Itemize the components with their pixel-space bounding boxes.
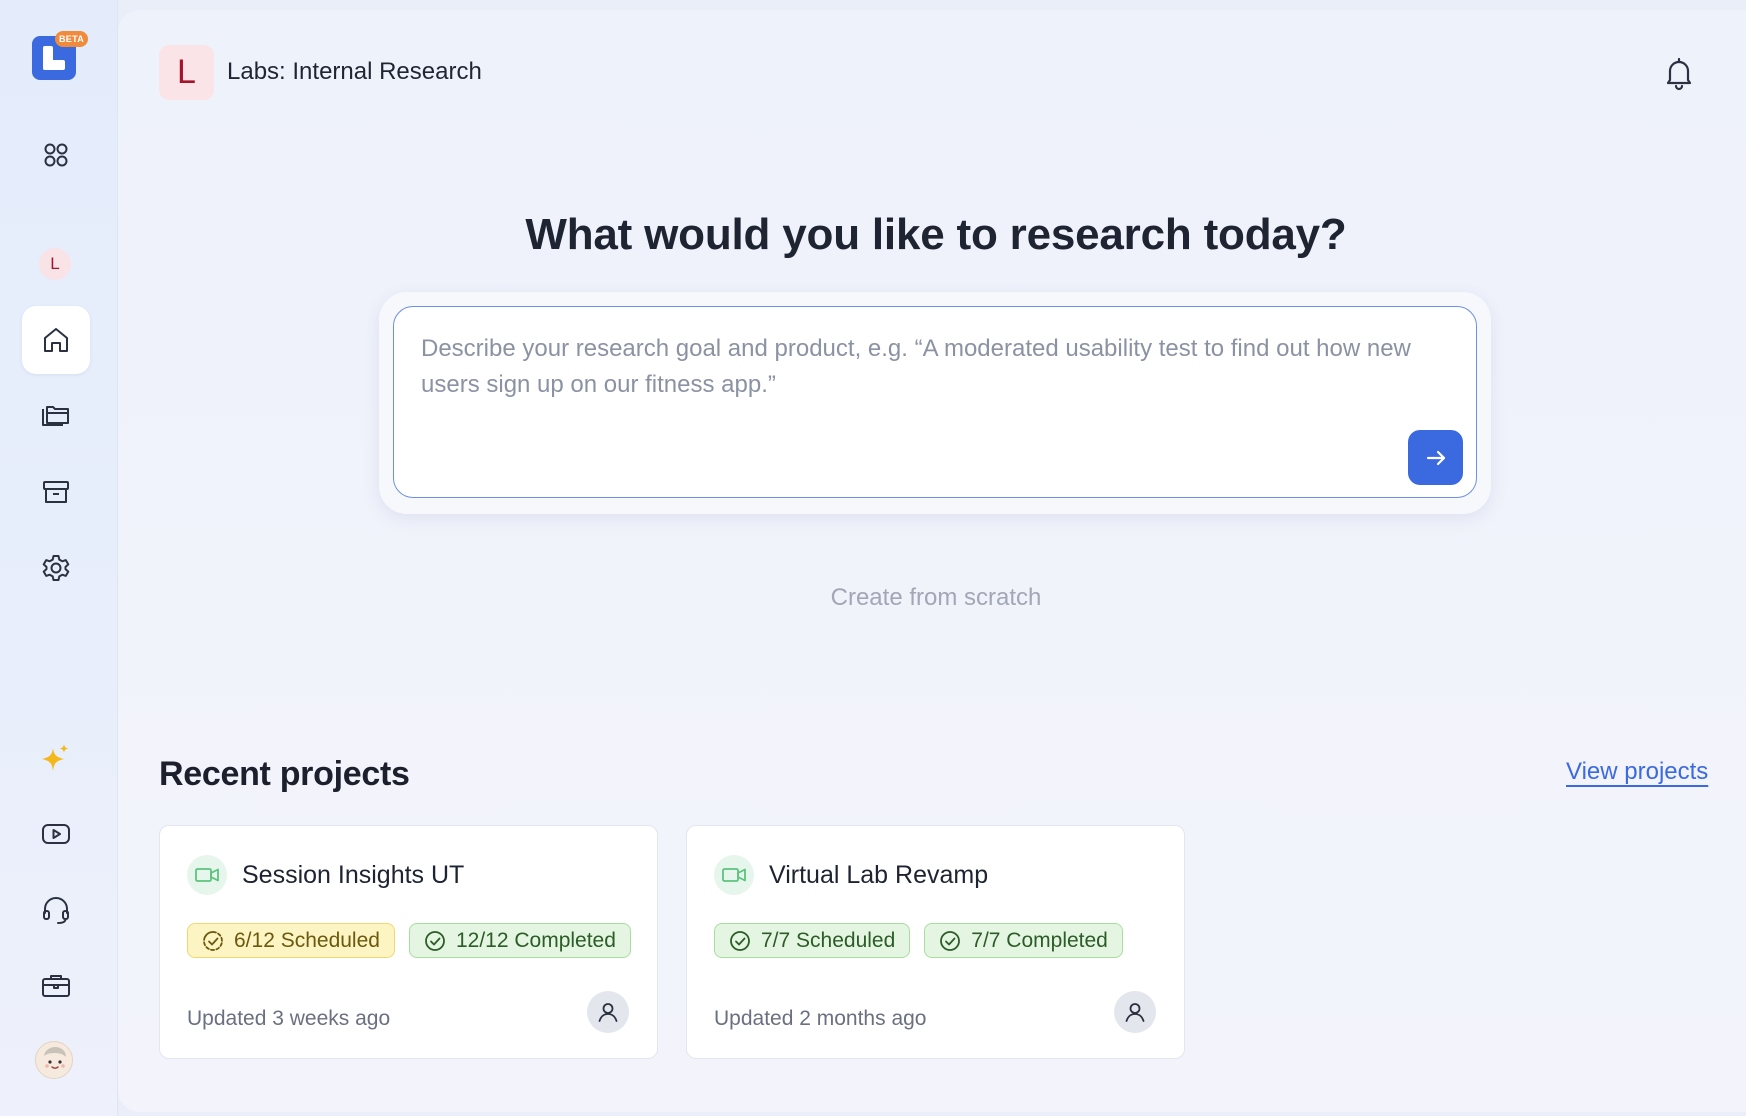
scheduled-label: 6/12 Scheduled — [234, 928, 380, 952]
workspace-name[interactable]: Labs: Internal Research — [227, 58, 482, 86]
project-card[interactable]: Session Insights UT 6/12 Scheduled 12/12… — [159, 825, 658, 1059]
research-prompt-input[interactable]: Describe your research goal and product,… — [393, 306, 1477, 498]
sidebar-item-settings[interactable] — [22, 534, 90, 602]
project-title: Virtual Lab Revamp — [769, 861, 989, 889]
project-owner-avatar[interactable] — [587, 991, 629, 1033]
archive-icon — [43, 481, 69, 503]
page-headline: What would you like to research today? — [525, 210, 1347, 259]
sidebar-item-tutorials[interactable] — [22, 800, 90, 868]
sidebar-item-apps[interactable] — [22, 121, 90, 189]
check-circle-icon — [425, 930, 445, 951]
beta-badge: BETA — [55, 31, 88, 47]
project-card[interactable]: Virtual Lab Revamp 7/7 Scheduled 7/7 Com… — [686, 825, 1185, 1059]
project-updated-time: Updated 3 weeks ago — [187, 1007, 391, 1030]
briefcase-icon — [42, 975, 70, 997]
partial-check-icon — [203, 930, 223, 951]
user-face-icon — [44, 1047, 66, 1069]
check-circle-icon — [730, 930, 750, 951]
gear-icon — [42, 555, 70, 581]
research-prompt-container: Describe your research goal and product,… — [379, 292, 1491, 514]
scheduled-badge: 6/12 Scheduled — [187, 923, 395, 958]
sidebar-item-home[interactable] — [22, 306, 90, 374]
workspace-avatar[interactable]: L — [39, 248, 71, 280]
project-status-chips: 6/12 Scheduled 12/12 Completed — [187, 923, 631, 958]
arrow-right-icon — [1426, 450, 1445, 465]
completed-label: 12/12 Completed — [455, 928, 616, 952]
home-icon — [44, 328, 68, 352]
sparkles-icon — [42, 744, 69, 771]
headset-icon — [43, 897, 69, 924]
project-owner-avatar[interactable] — [1114, 991, 1156, 1033]
sidebar-item-projects[interactable] — [22, 382, 90, 450]
sidebar-item-marketplace[interactable] — [22, 952, 90, 1020]
project-status-chips: 7/7 Scheduled 7/7 Completed — [714, 923, 1123, 958]
completed-label: 7/7 Completed — [971, 928, 1108, 952]
play-video-icon — [42, 824, 70, 844]
user-avatar[interactable] — [35, 1041, 73, 1079]
user-icon — [1125, 1003, 1145, 1022]
bell-icon — [1666, 57, 1692, 91]
video-camera-icon — [187, 855, 227, 895]
video-camera-icon — [714, 855, 754, 895]
completed-badge: 7/7 Completed — [924, 923, 1123, 958]
sidebar-item-archive[interactable] — [22, 458, 90, 526]
scheduled-badge: 7/7 Scheduled — [714, 923, 911, 958]
folders-icon — [42, 406, 69, 426]
sidebar-item-ai[interactable] — [22, 724, 90, 792]
workspace-badge[interactable]: L — [159, 45, 214, 100]
submit-prompt-button[interactable] — [1408, 430, 1463, 485]
recent-projects-title: Recent projects — [159, 755, 410, 793]
create-from-scratch-link[interactable]: Create from scratch — [118, 584, 1746, 612]
view-projects-link[interactable]: View projects — [1566, 758, 1708, 786]
scheduled-label: 7/7 Scheduled — [761, 928, 896, 952]
main-panel: L Labs: Internal Research What would you… — [118, 10, 1746, 1112]
check-circle-icon — [940, 930, 961, 951]
completed-badge: 12/12 Completed — [408, 923, 631, 958]
user-icon — [598, 1003, 618, 1022]
notifications-button[interactable] — [1661, 55, 1697, 91]
apps-grid-icon — [44, 143, 68, 167]
sidebar-item-support[interactable] — [22, 876, 90, 944]
research-prompt-placeholder: Describe your research goal and product,… — [421, 335, 1411, 398]
sidebar: BETA L — [0, 0, 118, 1116]
project-updated-time: Updated 2 months ago — [714, 1007, 927, 1030]
logo-mark-foot — [43, 60, 65, 70]
project-title: Session Insights UT — [242, 861, 465, 889]
